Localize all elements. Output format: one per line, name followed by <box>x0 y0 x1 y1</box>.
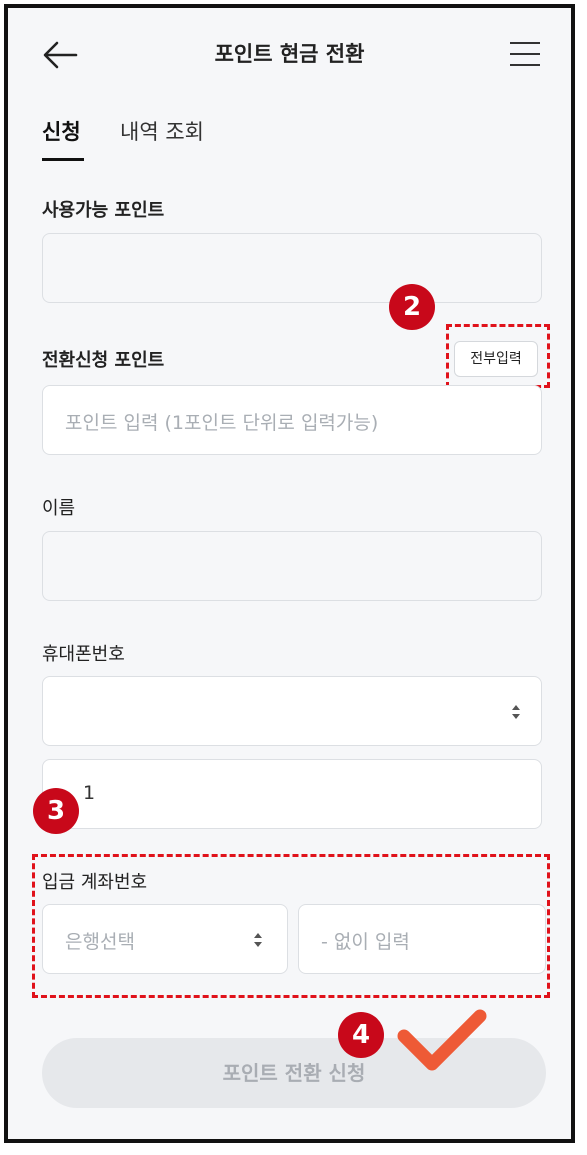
account-number-placeholder: - 없이 입력 <box>321 931 410 953</box>
active-tab-underline <box>42 158 84 161</box>
page-title: 포인트 현금 전환 <box>214 42 365 66</box>
phone-number-value: 1 <box>83 782 96 804</box>
available-points-label: 사용가능 포인트 <box>42 200 165 221</box>
convert-points-placeholder: 포인트 입력 (1포인트 단위로 입력가능) <box>65 412 379 434</box>
phone-number-input[interactable]: 1 <box>42 759 542 829</box>
name-field <box>42 531 542 601</box>
tab-apply[interactable]: 신청 <box>42 116 81 146</box>
tab-history[interactable]: 내역 조회 <box>120 116 204 146</box>
select-arrows-icon <box>254 933 262 947</box>
account-number-input[interactable]: - 없이 입력 <box>298 904 546 974</box>
annotation-badge-3: 3 <box>33 788 79 834</box>
carrier-select[interactable] <box>42 676 542 746</box>
phone-frame: 포인트 현금 전환 신청 내역 조회 사용가능 포인트 전환신청 포인트 전부입… <box>4 4 575 1143</box>
name-label: 이름 <box>42 498 76 519</box>
annotation-badge-4: 4 <box>338 1012 384 1058</box>
bank-placeholder: 은행선택 <box>65 931 135 953</box>
phone-label: 휴대폰번호 <box>42 644 125 665</box>
checkmark-icon <box>397 1009 487 1071</box>
app-header: 포인트 현금 전환 <box>8 8 571 100</box>
convert-points-input[interactable]: 포인트 입력 (1포인트 단위로 입력가능) <box>42 385 542 455</box>
hamburger-menu-icon[interactable] <box>510 42 540 68</box>
bank-select[interactable]: 은행선택 <box>42 904 288 974</box>
select-arrows-icon <box>512 705 520 719</box>
annotation-box-fill-all <box>446 324 550 388</box>
available-points-field <box>42 233 542 303</box>
convert-points-label: 전환신청 포인트 <box>42 350 165 371</box>
account-label: 입금 계좌번호 <box>42 872 148 893</box>
annotation-badge-2: 2 <box>389 284 435 330</box>
